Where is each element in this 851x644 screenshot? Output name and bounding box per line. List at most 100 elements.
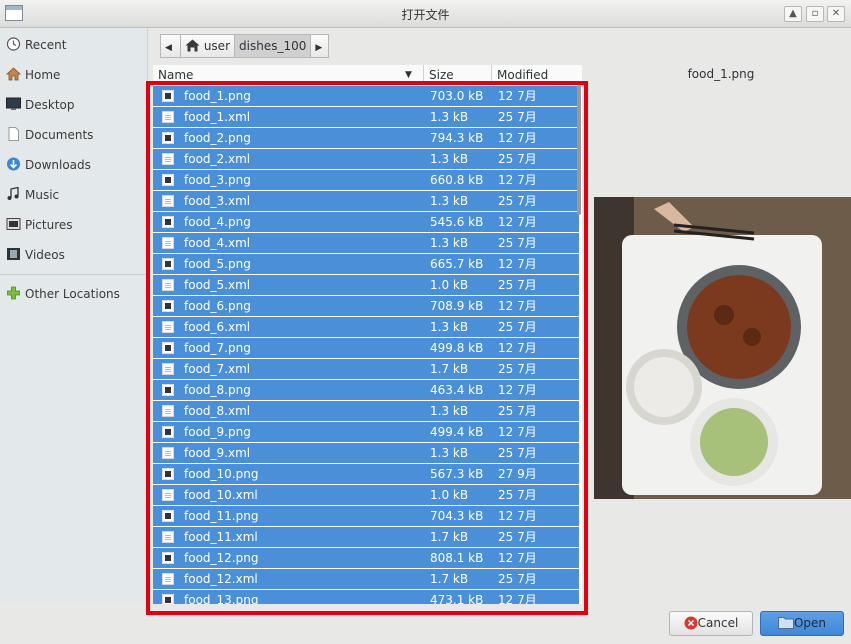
file-row[interactable]: food_8.xml 1.3 kB 25 7月 (153, 401, 579, 421)
image-file-icon (162, 342, 174, 354)
image-file-icon (162, 426, 174, 438)
preview-filename: food_1.png (687, 67, 755, 81)
file-name: food_4.png (184, 215, 251, 229)
sidebar-item-recent[interactable]: Recent (6, 34, 142, 56)
file-modified: 25 7月 (498, 404, 537, 418)
file-size: 1.3 kB (430, 110, 469, 124)
file-row[interactable]: food_5.png 665.7 kB 12 7月 (153, 254, 579, 274)
sidebar-item-videos[interactable]: Videos (6, 244, 142, 266)
file-size: 808.1 kB (430, 551, 484, 565)
restore-button[interactable]: ▫ (806, 6, 824, 22)
file-size: 545.6 kB (430, 215, 484, 229)
text-file-icon (162, 489, 174, 501)
sidebar-item-downloads[interactable]: Downloads (6, 154, 142, 176)
file-name: food_13.png (184, 593, 259, 604)
file-row[interactable]: food_2.xml 1.3 kB 25 7月 (153, 149, 579, 169)
file-row[interactable]: food_1.png 703.0 kB 12 7月 (153, 86, 579, 106)
file-row[interactable]: food_3.xml 1.3 kB 25 7月 (153, 191, 579, 211)
file-size: 1.7 kB (430, 530, 469, 544)
file-row[interactable]: food_13.png 473.1 kB 12 7月 (153, 590, 579, 604)
music-icon (6, 186, 21, 200)
path-bar: ◀ user dishes_100 ▶ (160, 34, 330, 59)
file-modified: 25 7月 (498, 278, 537, 292)
file-name: food_3.xml (184, 194, 251, 208)
column-label: Name (158, 68, 194, 82)
file-name: food_11.png (184, 509, 259, 523)
column-label: Size (429, 68, 454, 82)
file-row[interactable]: food_7.png 499.8 kB 12 7月 (153, 338, 579, 358)
path-forward-button[interactable]: ▶ (311, 34, 330, 58)
file-row[interactable]: food_6.png 708.9 kB 12 7月 (153, 296, 579, 316)
file-modified: 12 7月 (498, 341, 537, 355)
file-row[interactable]: food_11.png 704.3 kB 12 7月 (153, 506, 579, 526)
sidebar-item-label: Downloads (25, 158, 91, 172)
close-button[interactable]: ✕ (827, 6, 845, 22)
file-row[interactable]: food_3.png 660.8 kB 12 7月 (153, 170, 579, 190)
column-header-name[interactable]: Name ▼ (153, 65, 423, 85)
file-row[interactable]: food_6.xml 1.3 kB 25 7月 (153, 317, 579, 337)
maximize-up-button[interactable]: ▲ (784, 6, 802, 22)
file-list[interactable]: food_1.png 703.0 kB 12 7月 food_1.xml 1.3 kB 2… (153, 85, 582, 604)
file-row[interactable]: food_10.xml 1.0 kB 25 7月 (153, 485, 579, 505)
image-file-icon (162, 216, 174, 228)
file-row[interactable]: food_12.xml 1.7 kB 25 7月 (153, 569, 579, 589)
file-name: food_7.png (184, 341, 251, 355)
file-modified: 25 7月 (498, 572, 537, 586)
path-segment-dishes[interactable]: dishes_100 (235, 34, 312, 58)
file-list-scrollbar[interactable] (577, 85, 581, 215)
text-file-icon (162, 573, 174, 585)
sidebar-item-other-locations[interactable]: Other Locations (6, 283, 142, 305)
home-icon (185, 37, 200, 59)
file-row[interactable]: food_9.xml 1.3 kB 25 7月 (153, 443, 579, 463)
folder-icon (777, 614, 794, 637)
column-header-modified[interactable]: Modified (491, 65, 582, 85)
document-icon (6, 126, 21, 141)
file-size: 499.8 kB (430, 341, 484, 355)
file-size: 1.3 kB (430, 194, 469, 208)
cancel-button[interactable]: Cancel (669, 611, 753, 636)
file-row[interactable]: food_5.xml 1.0 kB 25 7月 (153, 275, 579, 295)
sidebar-item-music[interactable]: Music (6, 184, 142, 206)
path-segment-user[interactable]: user (181, 34, 236, 59)
file-row[interactable]: food_4.png 545.6 kB 12 7月 (153, 212, 579, 232)
text-file-icon (162, 237, 174, 249)
column-header-size[interactable]: Size (423, 65, 491, 85)
plus-icon (6, 285, 21, 300)
image-file-icon (162, 510, 174, 522)
text-file-icon (162, 279, 174, 291)
sidebar-item-desktop[interactable]: Desktop (6, 94, 142, 116)
file-row[interactable]: food_11.xml 1.7 kB 25 7月 (153, 527, 579, 547)
sidebar-item-label: Other Locations (25, 287, 120, 301)
open-button[interactable]: Open (760, 611, 844, 636)
file-row[interactable]: food_1.xml 1.3 kB 25 7月 (153, 107, 579, 127)
file-name: food_12.png (184, 551, 259, 565)
file-name: food_2.xml (184, 152, 251, 166)
file-name: food_1.xml (184, 110, 251, 124)
file-modified: 25 7月 (498, 152, 537, 166)
column-label: Modified (497, 68, 549, 82)
sidebar-item-label: Recent (25, 38, 67, 52)
file-name: food_4.xml (184, 236, 251, 250)
text-file-icon (162, 405, 174, 417)
sidebar-item-documents[interactable]: Documents (6, 124, 142, 146)
file-size: 1.3 kB (430, 152, 469, 166)
restore-icon: ▫ (811, 8, 819, 19)
file-row[interactable]: food_7.xml 1.7 kB 25 7月 (153, 359, 579, 379)
file-row[interactable]: food_9.png 499.4 kB 12 7月 (153, 422, 579, 442)
file-row[interactable]: food_10.png 567.3 kB 27 9月 (153, 464, 579, 484)
file-modified: 12 7月 (498, 173, 537, 187)
file-row[interactable]: food_12.png 808.1 kB 12 7月 (153, 548, 579, 568)
file-row[interactable]: food_4.xml 1.3 kB 25 7月 (153, 233, 579, 253)
sidebar-item-home[interactable]: Home (5, 64, 142, 86)
file-size: 463.4 kB (430, 383, 484, 397)
file-row[interactable]: food_8.png 463.4 kB 12 7月 (153, 380, 579, 400)
file-size: 1.7 kB (430, 572, 469, 586)
sidebar-item-pictures[interactable]: Pictures (6, 214, 142, 236)
path-back-button[interactable]: ◀ (160, 34, 181, 58)
file-name: food_11.xml (184, 530, 258, 544)
home-icon (5, 66, 22, 81)
file-modified: 25 7月 (498, 194, 537, 208)
sidebar-item-label: Home (25, 68, 61, 82)
arrow-up-icon: ▲ (789, 8, 797, 19)
file-row[interactable]: food_2.png 794.3 kB 12 7月 (153, 128, 579, 148)
